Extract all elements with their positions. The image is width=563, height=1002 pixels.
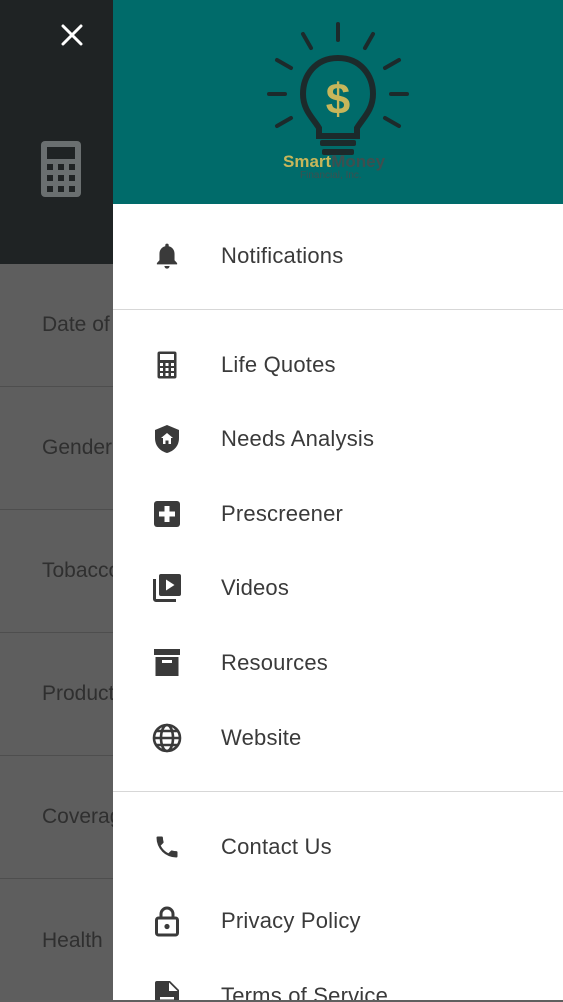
menu-item-notifications[interactable]: Notifications — [113, 218, 563, 293]
phone-icon — [151, 831, 183, 863]
navigation-drawer: $ SmartMoney Financial, Inc. Notificatio… — [113, 0, 563, 1000]
menu-item-life-quotes[interactable]: Life Quotes — [113, 327, 563, 402]
form-row: Product — [0, 633, 113, 756]
menu-item-label: Prescreener — [221, 500, 344, 526]
form-row: Coverage — [0, 756, 113, 879]
form-row-label: Product — [42, 682, 113, 705]
video-library-icon — [151, 572, 183, 604]
close-drawer-button[interactable] — [52, 16, 92, 54]
menu-item-label: Privacy Policy — [221, 907, 361, 933]
form-row: Tobacco — [0, 510, 113, 633]
form-row-label: Coverage — [42, 805, 113, 828]
background-form: Date of Gender Tobacco Product Coverage … — [0, 264, 113, 1000]
menu-item-terms-of-service[interactable]: Terms of Service — [113, 958, 563, 1000]
brand-money: Money — [331, 152, 386, 171]
menu-item-label: Resources — [221, 649, 328, 675]
calculator-icon — [151, 349, 183, 381]
form-row: Date of — [0, 264, 113, 387]
calculator-icon — [41, 141, 81, 197]
archive-box-icon — [151, 647, 183, 679]
menu-item-label: Website — [221, 724, 302, 750]
divider — [113, 309, 563, 310]
menu-item-label: Life Quotes — [221, 351, 336, 377]
menu-item-needs-analysis[interactable]: Needs Analysis — [113, 401, 563, 476]
form-row-label: Tobacco — [42, 559, 113, 582]
globe-icon — [151, 722, 183, 754]
svg-text:$: $ — [326, 75, 350, 124]
menu-item-prescreener[interactable]: Prescreener — [113, 476, 563, 551]
form-row: Health — [0, 879, 113, 1002]
menu-item-contact-us[interactable]: Contact Us — [113, 809, 563, 884]
menu-item-privacy-policy[interactable]: Privacy Policy — [113, 883, 563, 958]
menu-item-label: Terms of Service — [221, 982, 389, 1001]
background-header — [0, 0, 113, 264]
menu-item-label: Needs Analysis — [221, 425, 375, 451]
bell-icon — [151, 240, 183, 272]
brand-subtitle: Financial, Inc. — [300, 170, 362, 181]
form-row-label: Date of — [42, 313, 110, 336]
form-row-label: Health — [42, 928, 103, 952]
close-icon — [61, 24, 83, 46]
menu-item-website[interactable]: Website — [113, 700, 563, 775]
brand-name: SmartMoney — [283, 152, 403, 172]
menu-item-label: Contact Us — [221, 833, 332, 859]
form-row: Gender — [0, 387, 113, 510]
divider — [113, 791, 563, 792]
menu-item-resources[interactable]: Resources — [113, 625, 563, 700]
lock-icon — [151, 905, 183, 937]
menu-item-videos[interactable]: Videos — [113, 550, 563, 625]
brand-smart: Smart — [283, 152, 332, 171]
shield-home-icon — [151, 423, 183, 455]
drawer-header: $ SmartMoney Financial, Inc. — [113, 0, 563, 204]
menu-item-label: Notifications — [221, 242, 344, 268]
document-icon — [151, 980, 183, 1000]
medical-plus-icon — [151, 498, 183, 530]
form-row-label: Gender — [42, 436, 113, 459]
menu-item-label: Videos — [221, 574, 290, 600]
